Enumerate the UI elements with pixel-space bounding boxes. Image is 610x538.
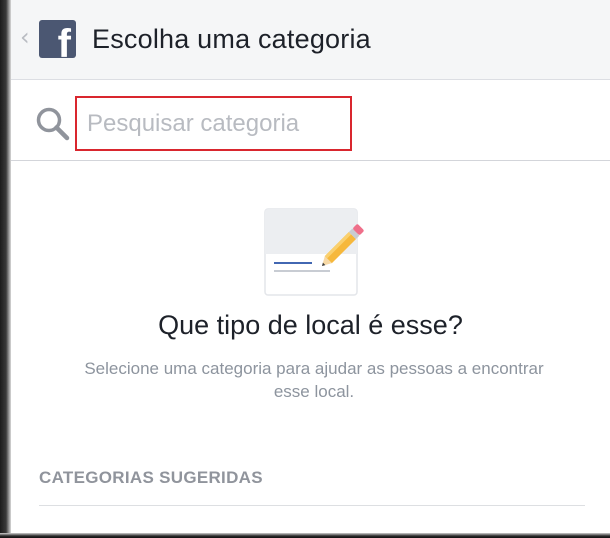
back-chevron-icon[interactable]: ‹ [20, 25, 30, 49]
search-input[interactable] [75, 96, 352, 151]
search-bar [11, 81, 610, 161]
pencil-note-icon [264, 208, 364, 296]
page-title: Escolha uma categoria [92, 24, 371, 54]
search-icon [36, 107, 70, 141]
empty-state-question: Que tipo de local é esse? [158, 310, 463, 340]
divider [39, 505, 585, 506]
facebook-logo-letter: f [57, 22, 71, 58]
top-bar: ‹ f Escolha uma categoria [11, 0, 610, 80]
facebook-logo-icon: f [39, 20, 76, 58]
empty-state-description: Selecione uma categoria para ajudar as p… [84, 359, 544, 401]
device-edge-bottom [0, 533, 610, 538]
suggested-categories-heading: CATEGORIAS SUGERIDAS [39, 468, 263, 487]
device-edge [0, 0, 11, 538]
app-screen: ‹ f Escolha uma categoria Que tipo de l [0, 0, 610, 538]
